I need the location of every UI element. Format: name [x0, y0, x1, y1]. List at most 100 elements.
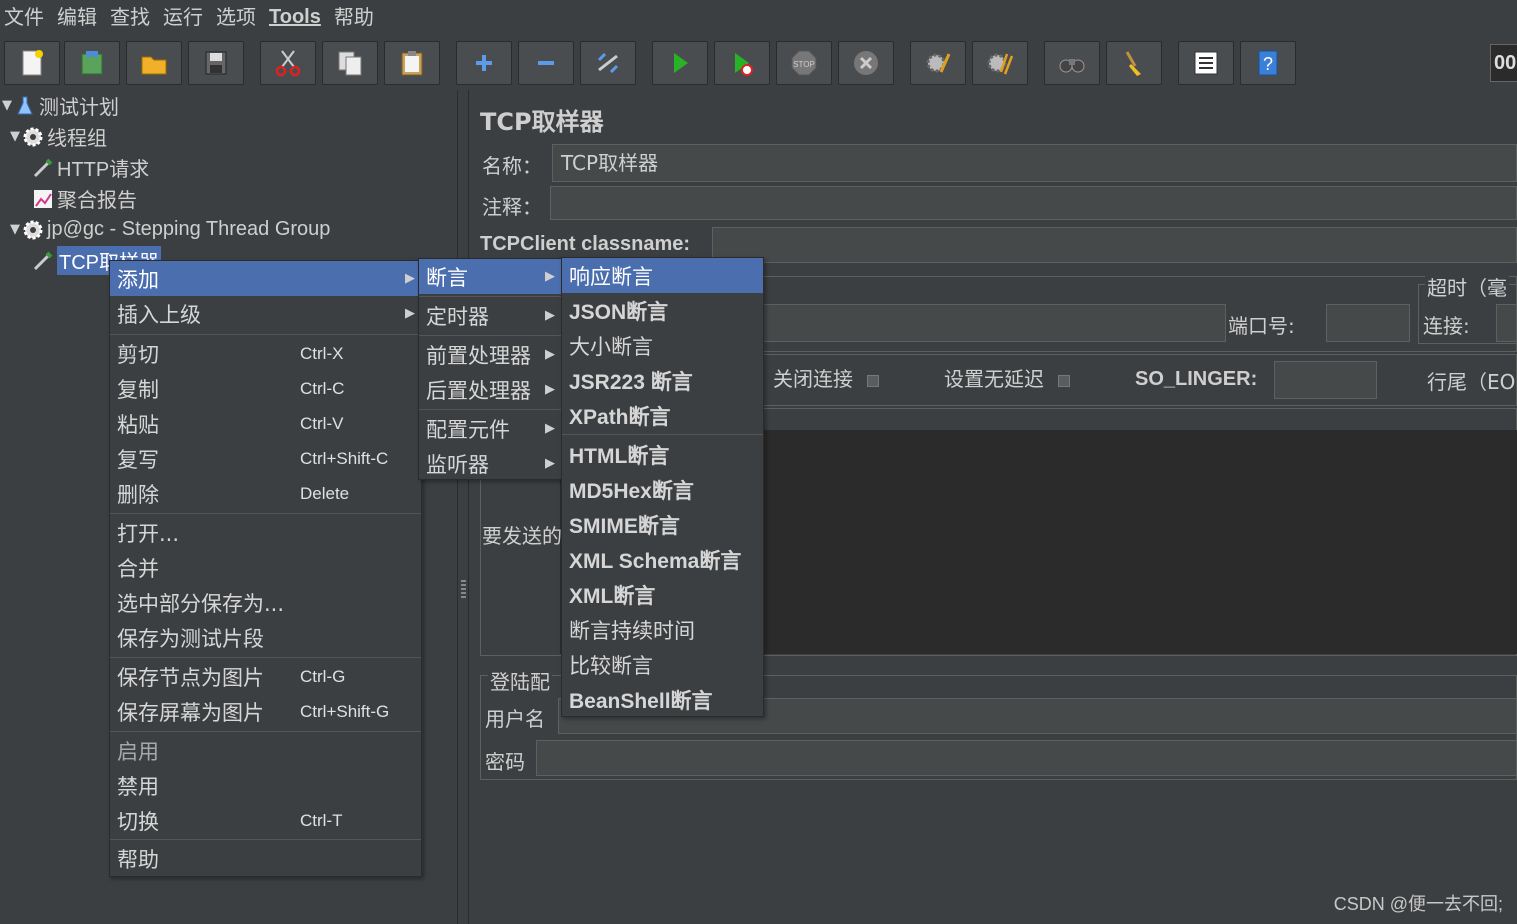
menu-item-save-selection-as[interactable]: 选中部分保存为...: [110, 585, 421, 620]
stop-button[interactable]: STOP: [776, 41, 832, 85]
menu-file[interactable]: 文件: [0, 0, 53, 34]
submenu-item-xml-schema-assertion[interactable]: XML Schema断言: [562, 542, 763, 577]
no-delay-checkbox[interactable]: 设置无延迟: [944, 363, 1070, 392]
checkbox-box[interactable]: [1058, 374, 1070, 387]
start-icon: [674, 53, 688, 73]
expand-arrow-icon[interactable]: ▼: [10, 129, 22, 144]
menu-tools[interactable]: Tools: [265, 0, 330, 34]
submenu-item-smime-assertion[interactable]: SMIME断言: [562, 507, 763, 542]
tree-node-test-plan[interactable]: ▼ 测试计划: [2, 90, 119, 121]
submenu-item-jsr223-assertion[interactable]: JSR223 断言: [562, 363, 763, 398]
new-button[interactable]: [4, 41, 60, 85]
menu-item-save-as-test-fragment[interactable]: 保存为测试片段: [110, 620, 421, 655]
menu-help[interactable]: 帮助: [330, 0, 383, 34]
clear-all-button[interactable]: [972, 41, 1028, 85]
search-button[interactable]: [1044, 41, 1100, 85]
submenu-item-response-assertion[interactable]: 响应断言: [562, 258, 763, 293]
open-button[interactable]: [126, 41, 182, 85]
expand-arrow-icon[interactable]: ▼: [10, 222, 22, 237]
submenu-item-size-assertion[interactable]: 大小断言: [562, 328, 763, 363]
menu-options[interactable]: 选项: [212, 0, 265, 34]
menu-item-help[interactable]: 帮助: [110, 841, 421, 876]
menu-item-insert-parent[interactable]: 插入上级 ▶: [110, 296, 421, 331]
menu-item-delete[interactable]: 删除 Delete: [110, 476, 421, 511]
menubar: 文件 编辑 查找 运行 选项 Tools 帮助: [0, 0, 1517, 34]
submenu-item-xpath-assertion[interactable]: XPath断言: [562, 398, 763, 433]
menu-item-copy[interactable]: 复制 Ctrl-C: [110, 371, 421, 406]
start-no-pause-button[interactable]: [714, 41, 770, 85]
submenu-item-pre-processor[interactable]: 前置处理器 ▶: [419, 337, 561, 372]
expand-arrow-icon[interactable]: ▼: [2, 98, 14, 113]
search-icon: [1059, 59, 1085, 73]
connect-timeout-field[interactable]: [1496, 304, 1517, 342]
menu-item-toggle[interactable]: 切换 Ctrl-T: [110, 803, 421, 838]
collapse-icon: [538, 61, 554, 65]
tree-node-thread-group[interactable]: ▼ 线程组: [10, 121, 107, 152]
menu-separator: [110, 513, 421, 514]
expand-button[interactable]: [456, 41, 512, 85]
copy-button[interactable]: [322, 41, 378, 85]
help-button[interactable]: ?: [1240, 41, 1296, 85]
submenu-item-timer[interactable]: 定时器 ▶: [419, 298, 561, 333]
port-field[interactable]: [1326, 304, 1410, 342]
gear-icon: [22, 219, 44, 241]
so-linger-field[interactable]: [1274, 361, 1377, 399]
comment-label: 注释：: [482, 195, 542, 219]
classname-field[interactable]: [712, 227, 1517, 263]
paste-button[interactable]: [384, 41, 440, 85]
assertions-submenu: 响应断言 JSON断言 大小断言 JSR223 断言 XPath断言 HTML断…: [561, 257, 764, 717]
start-button[interactable]: [652, 41, 708, 85]
submenu-item-md5hex-assertion[interactable]: MD5Hex断言: [562, 472, 763, 507]
submenu-item-html-assertion[interactable]: HTML断言: [562, 437, 763, 472]
toggle-icon: [597, 52, 619, 74]
menu-item-save-screen-image[interactable]: 保存屏幕为图片 Ctrl+Shift-G: [110, 694, 421, 729]
submenu-item-xml-assertion[interactable]: XML断言: [562, 577, 763, 612]
menu-search[interactable]: 查找: [106, 0, 159, 34]
submenu-item-beanshell-assertion[interactable]: BeanShell断言: [562, 682, 763, 717]
submenu-arrow-icon: ▶: [405, 271, 415, 286]
menu-item-disable[interactable]: 禁用: [110, 768, 421, 803]
close-connection-checkbox[interactable]: 关闭连接: [773, 363, 879, 392]
open-icon: [141, 56, 167, 75]
menu-item-merge[interactable]: 合并: [110, 550, 421, 585]
templates-button[interactable]: [64, 41, 120, 85]
submenu-item-duration-assertion[interactable]: 断言持续时间: [562, 612, 763, 647]
menu-edit[interactable]: 编辑: [53, 0, 106, 34]
comment-field[interactable]: [550, 186, 1517, 220]
menu-item-duplicate[interactable]: 复写 Ctrl+Shift-C: [110, 441, 421, 476]
password-field[interactable]: [536, 740, 1517, 776]
submenu-item-config-element[interactable]: 配置元件 ▶: [419, 411, 561, 446]
reset-search-button[interactable]: [1106, 41, 1162, 85]
function-helper-button[interactable]: [1178, 41, 1234, 85]
name-field[interactable]: TCP取样器: [552, 144, 1517, 182]
menu-item-paste[interactable]: 粘贴 Ctrl-V: [110, 406, 421, 441]
submenu-item-compare-assertion[interactable]: 比较断言: [562, 647, 763, 682]
menu-item-save-node-image[interactable]: 保存节点为图片 Ctrl-G: [110, 659, 421, 694]
divider-grip-icon[interactable]: [461, 578, 466, 598]
menu-item-add[interactable]: 添加 ▶: [110, 261, 421, 296]
submenu-item-json-assertion[interactable]: JSON断言: [562, 293, 763, 328]
checkbox-box[interactable]: [867, 374, 879, 387]
split-pane-divider[interactable]: [457, 90, 469, 924]
menu-item-enable[interactable]: 启用: [110, 733, 421, 768]
classname-label: TCPClient classname:: [480, 233, 691, 255]
expand-icon: [476, 55, 492, 71]
submenu-item-assertions[interactable]: 断言 ▶: [419, 259, 561, 294]
menu-item-cut[interactable]: 剪切 Ctrl-X: [110, 336, 421, 371]
save-button[interactable]: [188, 41, 244, 85]
cut-button[interactable]: [260, 41, 316, 85]
tree-node-aggregate-report[interactable]: 聚合报告: [32, 183, 137, 214]
toggle-button[interactable]: [580, 41, 636, 85]
submenu-arrow-icon: ▶: [545, 382, 555, 397]
tree-node-http-request[interactable]: HTTP请求: [32, 152, 149, 183]
menu-run[interactable]: 运行: [159, 0, 212, 34]
submenu-item-listener[interactable]: 监听器 ▶: [419, 446, 561, 481]
tree-node-stepping-thread-group[interactable]: ▼ jp@gc - Stepping Thread Group: [10, 214, 330, 245]
menu-item-open[interactable]: 打开...: [110, 515, 421, 550]
collapse-button[interactable]: [518, 41, 574, 85]
submenu-item-post-processor[interactable]: 后置处理器 ▶: [419, 372, 561, 407]
clear-button[interactable]: [910, 41, 966, 85]
submenu-arrow-icon: ▶: [545, 308, 555, 323]
shutdown-button[interactable]: [838, 41, 894, 85]
server-field[interactable]: [750, 304, 1226, 342]
